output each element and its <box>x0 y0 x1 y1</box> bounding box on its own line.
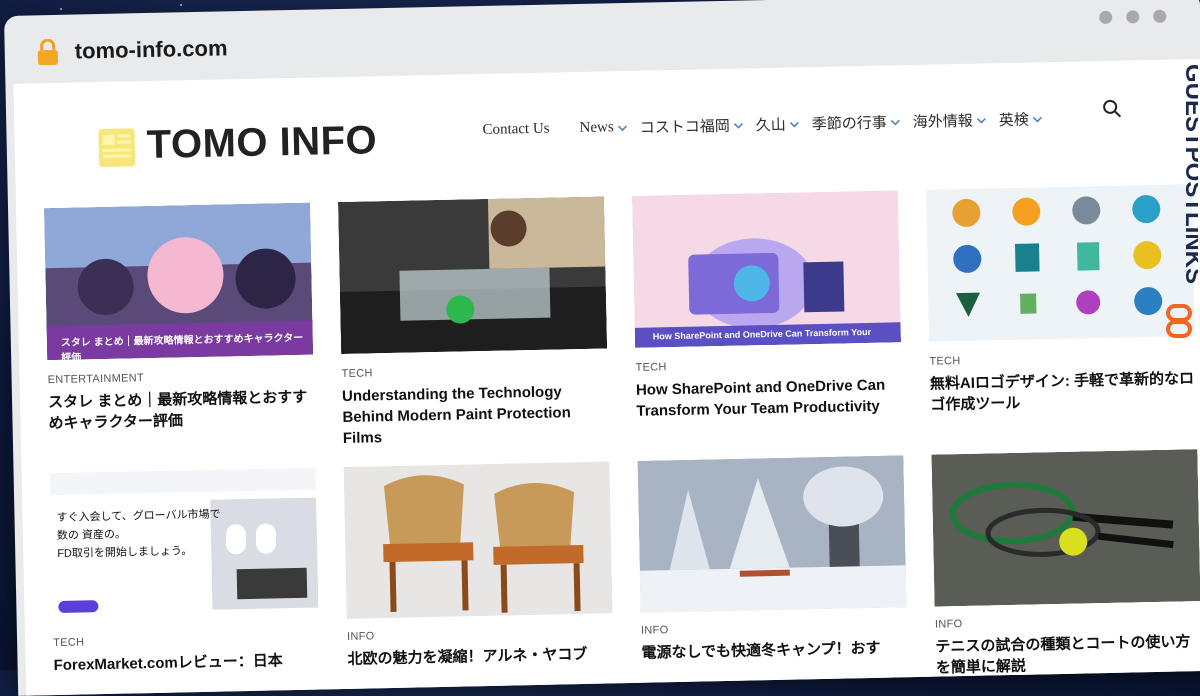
article-card[interactable]: TECH Understanding the Technology Behind… <box>337 196 609 449</box>
guestpostlinks-text: GUESTPOSTLINKS <box>1180 64 1198 284</box>
nav-item-label: 海外情報 <box>912 113 973 131</box>
site-logo[interactable]: TOMO INFO <box>94 118 378 169</box>
nav-item-costco-fukuoka[interactable]: コストコ福岡 <box>639 115 744 138</box>
guestpostlinks-watermark: GUESTPOSTLINKS <box>1166 64 1198 338</box>
article-category[interactable]: TECH <box>635 356 901 374</box>
article-thumbnail[interactable] <box>337 196 608 355</box>
article-thumbnail[interactable]: How SharePoint and OneDrive Can Transfor… <box>631 190 902 348</box>
nav-item-seasonal-events[interactable]: 季節の行事 <box>811 111 901 134</box>
browser-window: tomo-info.com TOMO INFO Contact Us News … <box>4 0 1200 696</box>
article-title[interactable]: スタレ まとめ｜最新攻略情報とおすすめキャラクター評価 <box>48 387 315 435</box>
nav-item-label: 英検 <box>998 112 1029 130</box>
article-category[interactable]: ENTERTAINMENT <box>48 369 314 386</box>
window-dot[interactable] <box>1099 10 1113 25</box>
article-category[interactable]: INFO <box>347 625 613 643</box>
newspaper-icon <box>98 127 136 167</box>
search-icon[interactable] <box>1102 99 1122 119</box>
lock-icon <box>37 38 58 66</box>
nav-item-overseas-info[interactable]: 海外情報 <box>912 109 987 132</box>
address-bar[interactable]: tomo-info.com <box>74 35 227 64</box>
chevron-down-icon <box>618 124 628 131</box>
nav-item-label: 季節の行事 <box>811 115 887 134</box>
article-title[interactable]: Understanding the Technology Behind Mode… <box>342 380 609 449</box>
window-controls <box>1099 9 1167 25</box>
web-page: TOMO INFO Contact Us News コストコ福岡 久山 季節の行… <box>13 58 1200 696</box>
article-card[interactable]: TECH 無料AIロゴデザイン: 手軽で革新的なロゴ作成ツール <box>925 184 1197 437</box>
nav-item-news[interactable]: News <box>579 119 628 137</box>
chevron-down-icon <box>1033 116 1043 122</box>
article-grid: スタレ まとめ｜最新攻略情報とおすすめキャラクター評価 ENTERTAINMEN… <box>44 184 1200 696</box>
article-category[interactable]: TECH <box>53 632 319 649</box>
article-thumbnail[interactable]: スタレ まとめ｜最新攻略情報とおすすめキャラクター評価 <box>44 202 314 361</box>
article-card[interactable]: INFO 北欧の魅力を凝縮！アルネ・ヤコブ <box>343 461 615 691</box>
thumbnail-text: すぐ入会して、グローバル市場で 数の 資産の。 FD取引を開始しましょう。 <box>56 508 221 561</box>
logo-text: TOMO INFO <box>146 118 378 168</box>
nav-item-eiken[interactable]: 英検 <box>998 108 1043 130</box>
nav-item-label: News <box>579 119 614 136</box>
article-thumbnail[interactable]: すぐ入会して、グローバル市場で 数の 資産の。 FD取引を開始しましょう。 <box>49 467 319 626</box>
article-title[interactable]: 北欧の魅力を凝縮！アルネ・ヤコブ <box>347 643 613 670</box>
article-title[interactable]: How SharePoint and OneDrive Can Transfor… <box>636 374 903 422</box>
article-card[interactable]: INFO 電源なしでも快適冬キャンプ！おす <box>637 455 908 685</box>
article-title[interactable]: ForexMarket.comレビュー：日本 <box>53 650 319 677</box>
nav-item-label: 久山 <box>755 117 786 135</box>
nav-item-hisayama[interactable]: 久山 <box>755 113 800 135</box>
chevron-down-icon <box>891 119 901 125</box>
article-category[interactable]: INFO <box>935 613 1200 631</box>
chevron-down-icon <box>977 117 987 124</box>
window-dot[interactable] <box>1153 9 1167 23</box>
article-category[interactable]: INFO <box>641 619 907 637</box>
article-title[interactable]: テニスの試合の種類とコートの使い方を簡単に解説 <box>935 631 1200 679</box>
article-title[interactable]: 電源なしでも快適冬キャンプ！おす <box>641 637 907 664</box>
nav-item-label: コストコ福岡 <box>639 118 730 137</box>
article-thumbnail[interactable] <box>931 449 1200 607</box>
article-category[interactable]: TECH <box>341 362 607 380</box>
nav-item-contact-us[interactable]: Contact Us <box>482 121 549 139</box>
article-thumbnail[interactable] <box>343 461 613 619</box>
article-card[interactable]: How SharePoint and OneDrive Can Transfor… <box>631 190 903 443</box>
main-navigation: Contact Us News コストコ福岡 久山 季節の行事 海外情報 英検 <box>482 108 1043 141</box>
article-category[interactable]: TECH <box>929 350 1195 368</box>
article-thumbnail[interactable] <box>925 184 1195 342</box>
article-title[interactable]: 無料AIロゴデザイン: 手軽で革新的なロゴ作成ツール <box>930 368 1197 416</box>
article-card[interactable]: すぐ入会して、グローバル市場で 数の 資産の。 FD取引を開始しましょう。 TE… <box>49 467 321 696</box>
article-card[interactable]: INFO テニスの試合の種類とコートの使い方を簡単に解説 <box>931 449 1200 679</box>
article-card[interactable]: スタレ まとめ｜最新攻略情報とおすすめキャラクター評価 ENTERTAINMEN… <box>44 202 315 456</box>
window-dot[interactable] <box>1126 10 1140 24</box>
article-thumbnail[interactable] <box>637 455 907 613</box>
nav-item-label: Contact Us <box>482 120 550 139</box>
chevron-down-icon <box>734 122 744 129</box>
chevron-down-icon <box>790 121 800 128</box>
thumbnail-caption: スタレ まとめ｜最新攻略情報とおすすめキャラクター評価 <box>60 332 304 361</box>
